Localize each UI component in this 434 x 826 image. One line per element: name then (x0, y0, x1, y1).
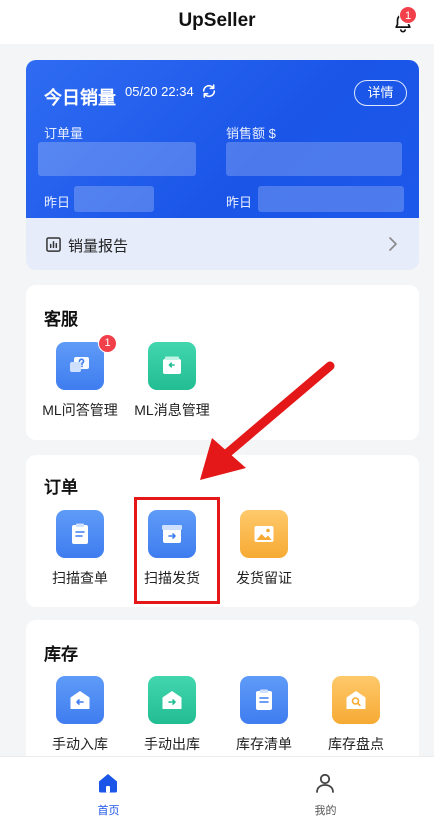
nav-mine[interactable]: 我的 (217, 757, 434, 826)
tile-label: 发货留证 (236, 570, 292, 586)
tile-label: 手动入库 (52, 736, 108, 752)
inventory-section-title: 库存 (44, 645, 78, 664)
warehouse-search-icon (332, 676, 380, 724)
orders-section-title: 订单 (44, 478, 78, 497)
amount-label: 销售额 $ (226, 126, 276, 141)
amount-value-blurred (226, 142, 402, 176)
list-clipboard-icon (240, 676, 288, 724)
annotation-highlight-box (134, 497, 220, 604)
inventory-card: 库存 手动入库 手动出库 库存清单 库存盘点 (26, 620, 419, 756)
tile-label: 手动出库 (144, 736, 200, 752)
yesterday-orders-blurred (74, 186, 154, 212)
question-chat-icon (56, 342, 104, 390)
yesterday-amount-label: 昨日 (226, 195, 253, 210)
sales-card: 今日销量 05/20 22:34 详情 订单量 销售额 $ 昨日 昨日 销量报告 (26, 60, 419, 270)
shipping-proof-tile[interactable]: 发货留证 (219, 510, 309, 590)
annotation-arrow (200, 361, 335, 480)
tile-label: 库存清单 (236, 736, 292, 752)
bar-chart-icon (46, 237, 61, 252)
warehouse-out-icon (148, 676, 196, 724)
manual-outbound-tile[interactable]: 手动出库 (127, 676, 217, 756)
manual-inbound-tile[interactable]: 手动入库 (35, 676, 125, 756)
home-icon (99, 774, 117, 793)
tile-label: 扫描查单 (52, 570, 108, 586)
sales-summary-panel: 今日销量 05/20 22:34 详情 订单量 销售额 $ 昨日 昨日 (26, 60, 419, 218)
sales-timestamp: 05/20 22:34 (125, 84, 194, 99)
bottom-navigation: 首页 我的 (0, 756, 434, 826)
tile-label: ML问答管理 (42, 402, 118, 418)
yesterday-amount-blurred (258, 186, 404, 212)
qa-badge: 1 (98, 334, 117, 353)
nav-mine-label: 我的 (314, 805, 337, 817)
yesterday-orders-label: 昨日 (44, 195, 71, 210)
sales-report-row[interactable]: 销量报告 (26, 220, 419, 270)
inventory-list-tile[interactable]: 库存清单 (219, 676, 309, 756)
inventory-count-tile[interactable]: 库存盘点 (311, 676, 401, 756)
nav-home[interactable]: 首页 (0, 757, 217, 826)
orders-label: 订单量 (44, 126, 84, 141)
scan-query-tile[interactable]: 扫描查单 (35, 510, 125, 590)
app-title: UpSeller (178, 10, 256, 31)
chevron-right-icon (389, 237, 397, 251)
photo-icon (240, 510, 288, 558)
notification-badge: 1 (399, 6, 417, 24)
top-bar: UpSeller 1 (0, 0, 434, 44)
orders-value-blurred (38, 142, 196, 176)
tile-label: 库存盘点 (328, 736, 384, 752)
message-box-icon (148, 342, 196, 390)
ml-qa-management-tile[interactable]: 1 ML问答管理 (35, 334, 125, 422)
clipboard-scan-icon (56, 510, 104, 558)
warehouse-in-icon (56, 676, 104, 724)
detail-button[interactable]: 详情 (354, 80, 407, 106)
refresh-icon[interactable] (201, 83, 217, 99)
user-icon (316, 773, 334, 793)
sales-title: 今日销量 (44, 88, 116, 108)
nav-home-label: 首页 (97, 805, 120, 817)
sales-report-label: 销量报告 (68, 238, 129, 255)
service-section-title: 客服 (44, 310, 78, 329)
